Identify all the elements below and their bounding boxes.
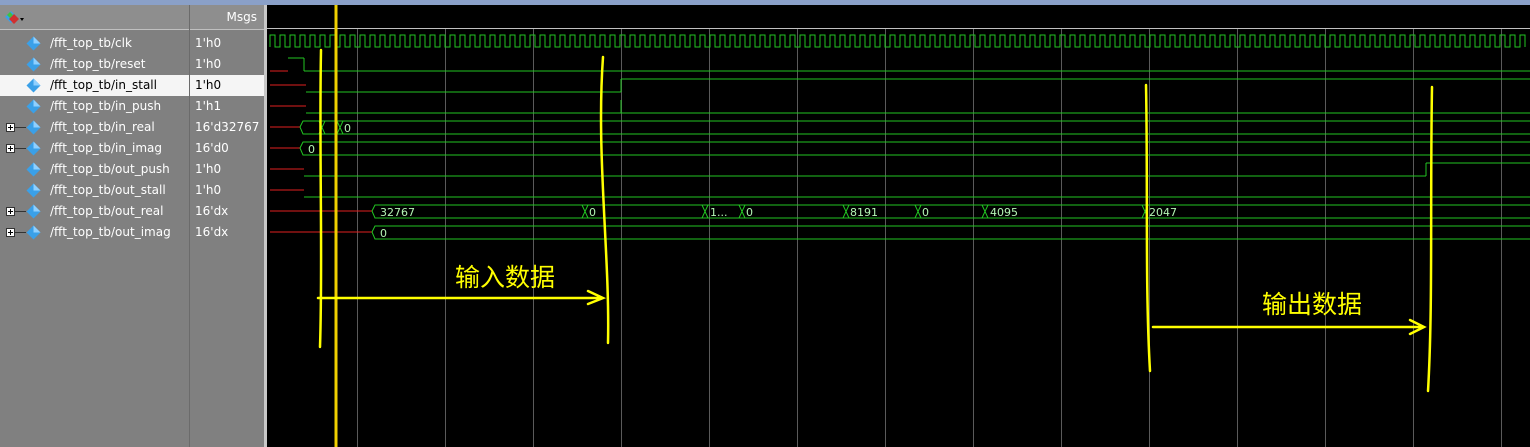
signal-name: /fft_top_tb/out_imag	[50, 225, 171, 239]
tree-connector	[15, 148, 26, 149]
out-real-value: 32767	[380, 206, 415, 219]
signal-row[interactable]: /fft_top_tb/reset	[0, 54, 189, 75]
signal-value: 1'h0	[195, 57, 222, 71]
signal-value-row[interactable]: 1'h0	[190, 159, 265, 180]
expand-plus-icon[interactable]	[6, 144, 15, 153]
signal-diamond-icon	[26, 99, 41, 114]
in-imag-bus	[299, 141, 1530, 156]
reset-waveform	[288, 57, 1530, 72]
signal-row[interactable]: /fft_top_tb/in_push	[0, 96, 189, 117]
out-real-value: 0	[922, 206, 929, 219]
signal-diamond-icon	[26, 141, 41, 156]
out-real-transition	[914, 204, 922, 219]
signal-diamond-icon	[26, 225, 41, 240]
signal-value-row[interactable]: 1'h0	[190, 75, 265, 96]
names-header	[0, 5, 189, 30]
input-start-mark	[318, 48, 323, 349]
out-real-value: 2047	[1149, 206, 1177, 219]
signal-value: 1'h0	[195, 78, 222, 92]
in-real-value: 0	[344, 122, 351, 135]
signal-value-row[interactable]: 16'dx	[190, 222, 265, 243]
out-push-waveform	[304, 162, 1530, 177]
signal-row[interactable]: /fft_top_tb/clk	[0, 33, 189, 54]
signal-name: /fft_top_tb/reset	[50, 57, 146, 71]
expand-plus-icon[interactable]	[6, 123, 15, 132]
signal-value-row[interactable]: 1'h0	[190, 54, 265, 75]
signal-value-row[interactable]: 1'h1	[190, 96, 265, 117]
signal-row[interactable]: /fft_top_tb/in_real	[0, 117, 189, 138]
out-imag-value: 0	[380, 227, 387, 240]
signal-names-pane: /fft_top_tb/clk/fft_top_tb/reset/fft_top…	[0, 5, 189, 447]
signal-value: 1'h0	[195, 162, 222, 176]
signal-row[interactable]: /fft_top_tb/out_stall	[0, 180, 189, 201]
signal-diamond-icon	[26, 120, 41, 135]
output-arrow	[1151, 318, 1427, 336]
msgs-column-label: Msgs	[226, 10, 257, 24]
tree-connector	[15, 211, 26, 212]
signal-value-row[interactable]: 16'dx	[190, 201, 265, 222]
signal-value: 16'dx	[195, 225, 229, 239]
signal-diamond-icon	[26, 36, 41, 51]
signal-name: /fft_top_tb/out_stall	[50, 183, 166, 197]
in-stall-waveform	[306, 78, 1530, 93]
in-real-bus	[299, 120, 1530, 135]
signal-row[interactable]: /fft_top_tb/out_push	[0, 159, 189, 180]
signal-diamond-icon	[26, 57, 41, 72]
out-real-transition	[981, 204, 989, 219]
input-end-mark	[599, 55, 610, 345]
out-real-transition	[738, 204, 746, 219]
out-real-transition	[581, 204, 589, 219]
signal-name: /fft_top_tb/in_real	[50, 120, 155, 134]
expand-plus-icon[interactable]	[6, 207, 15, 216]
signal-value-row[interactable]: 16'd32767	[190, 117, 265, 138]
signal-value-row[interactable]: 1'h0	[190, 33, 265, 54]
signal-row[interactable]: /fft_top_tb/in_stall	[0, 75, 189, 96]
signal-name: /fft_top_tb/clk	[50, 36, 132, 50]
signal-value-row[interactable]: 16'd0	[190, 138, 265, 159]
out-real-transition	[842, 204, 850, 219]
signal-name: /fft_top_tb/in_push	[50, 99, 162, 113]
input-data-annotation: 输入数据	[455, 263, 556, 292]
in-real-transition	[336, 120, 344, 135]
signal-value: 16'd32767	[195, 120, 260, 134]
out-real-value: 0	[589, 206, 596, 219]
in-push-waveform	[306, 100, 1530, 114]
output-data-annotation: 输出数据	[1262, 290, 1363, 319]
signal-row[interactable]: /fft_top_tb/out_imag	[0, 222, 189, 243]
signal-value: 1'h1	[195, 99, 222, 113]
signal-value: 16'd0	[195, 141, 229, 155]
signal-value: 16'dx	[195, 204, 229, 218]
out-real-transition	[701, 204, 709, 219]
in-imag-value: 0	[308, 143, 315, 156]
signal-diamond-icon	[26, 162, 41, 177]
tree-connector	[15, 127, 26, 128]
out-real-value: 0	[746, 206, 753, 219]
values-header: Msgs	[190, 5, 265, 30]
signal-name: /fft_top_tb/out_push	[50, 162, 170, 176]
out-imag-bus	[371, 225, 1530, 240]
wave-header	[267, 5, 1530, 28]
signal-value-row[interactable]: 1'h0	[190, 180, 265, 201]
signal-name: /fft_top_tb/out_real	[50, 204, 164, 218]
signal-row[interactable]: /fft_top_tb/out_real	[0, 201, 189, 222]
out-real-bus	[371, 204, 1530, 219]
signal-diamond-icon	[26, 204, 41, 219]
signal-diamond-icon	[26, 183, 41, 198]
clk-waveform	[269, 34, 1526, 48]
tree-connector	[15, 232, 26, 233]
waveform-display[interactable]: 0 0 32767 0 1... 0 8191 0 4095 2047 0	[267, 5, 1530, 447]
signal-value: 1'h0	[195, 36, 222, 50]
out-real-value: 8191	[850, 206, 878, 219]
expand-plus-icon[interactable]	[6, 228, 15, 237]
wave-window-icon[interactable]	[3, 9, 25, 25]
out-real-value: 1...	[710, 206, 728, 219]
signal-name: /fft_top_tb/in_stall	[50, 78, 157, 92]
signal-diamond-icon	[26, 78, 41, 93]
signal-value: 1'h0	[195, 183, 222, 197]
signal-values-pane: Msgs 1'h0 1'h0 1'h0 1'h1 16'd32767 16'd0 1'h0 1…	[189, 5, 265, 447]
signal-name: /fft_top_tb/in_imag	[50, 141, 162, 155]
signal-row[interactable]: /fft_top_tb/in_imag	[0, 138, 189, 159]
out-real-value: 4095	[990, 206, 1018, 219]
